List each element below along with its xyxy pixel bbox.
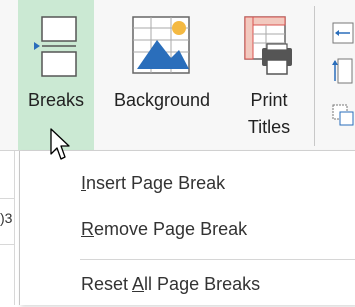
breaks-icon	[34, 16, 78, 88]
ribbon-group-separator	[314, 6, 315, 146]
print-titles-button[interactable]: Print Titles	[232, 0, 306, 150]
reset-all-page-breaks-item[interactable]: Reset All Page Breaks	[20, 261, 355, 307]
background-button[interactable]: Background	[96, 0, 228, 150]
menu-separator	[80, 259, 355, 260]
width-icon[interactable]	[332, 22, 354, 44]
scale-icon[interactable]	[332, 104, 354, 126]
cell-fragment: )3	[0, 210, 13, 226]
background-label: Background	[113, 90, 211, 110]
insert-page-break-item[interactable]: Insert Page Break	[20, 160, 355, 206]
breaks-label: Breaks	[27, 90, 85, 110]
scale-to-fit-group	[316, 0, 355, 150]
height-icon[interactable]	[332, 58, 354, 84]
print-titles-label-line1: Print	[250, 90, 288, 110]
print-titles-label-line2: Titles	[247, 117, 291, 137]
print-titles-icon	[244, 16, 294, 88]
grid-line	[0, 244, 15, 245]
remove-page-break-item[interactable]: Remove Page Break	[20, 206, 355, 252]
mouse-cursor-icon	[50, 128, 70, 160]
breaks-dropdown-menu: Insert Page Break Remove Page Break Rese…	[19, 151, 355, 305]
grid-line	[14, 151, 15, 305]
insert-page-break-label: Insert Page Break	[81, 173, 226, 193]
grid-line	[0, 198, 15, 199]
reset-all-page-breaks-label: Reset All Page Breaks	[81, 274, 261, 294]
worksheet-row-headers	[0, 151, 15, 305]
background-icon	[129, 16, 195, 88]
remove-page-break-label: Remove Page Break	[81, 219, 248, 239]
